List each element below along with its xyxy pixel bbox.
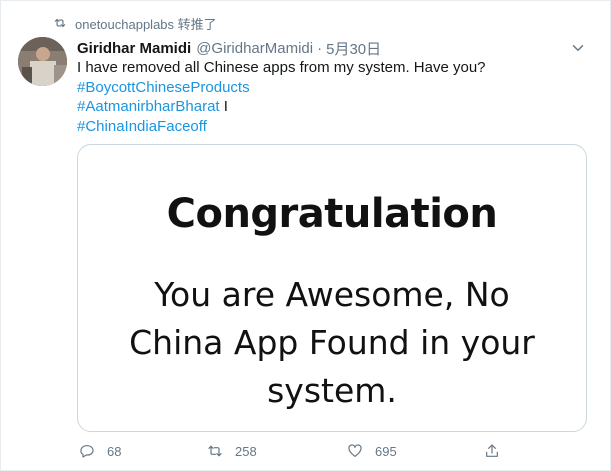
avatar[interactable] [18,37,67,86]
reply-button[interactable]: 68 [79,441,121,461]
like-button[interactable]: 695 [347,441,397,461]
tweet-text: I have removed all Chinese apps from my … [77,58,587,136]
author-name[interactable]: Giridhar Mamidi [77,40,191,57]
tweet-container: onetouchapplabs 转推了 Giridhar Mamidi @Gir… [0,0,611,471]
tweet-actions: 68 258 695 [79,441,509,461]
chevron-down-icon [569,39,587,57]
hashtag-line: #BoycottChineseProducts [77,78,587,98]
hashtag-link[interactable]: #ChinaIndiaFaceoff [77,118,207,135]
hashtag-link[interactable]: #AatmanirbharBharat [77,98,220,115]
reply-count: 68 [107,443,122,459]
card-body-line: system. [267,371,397,410]
more-options-button[interactable] [569,39,587,57]
retweet-context[interactable]: onetouchapplabs 转推了 [53,14,217,32]
tweet-text-line: I have removed all Chinese apps from my … [77,59,486,76]
retweet-icon [53,16,67,30]
retweet-context-text[interactable]: onetouchapplabs 转推了 [75,14,217,33]
share-button[interactable] [484,441,500,461]
tweet-header: Giridhar Mamidi @GiridharMamidi · 5月30日 [77,38,381,58]
tweet-date[interactable]: 5月30日 [326,38,381,59]
retweet-button[interactable]: 258 [207,441,257,461]
hashtag-suffix: I [219,98,228,115]
media-card[interactable]: Congratulation You are Awesome, No China… [77,144,587,432]
hashtag-line: #AatmanirbharBharat I [77,97,587,117]
card-body-line: You are Awesome, No [154,275,510,314]
like-count: 695 [375,443,397,459]
author-handle[interactable]: @GiridharMamidi [196,40,313,57]
header-separator: · [317,39,323,57]
hashtag-link[interactable]: #BoycottChineseProducts [77,79,250,96]
retweet-icon [207,443,223,459]
card-heading: Congratulation [166,191,498,237]
card-body: You are Awesome, No China App Found in y… [78,271,586,415]
hashtag-line: #ChinaIndiaFaceoff [77,117,587,137]
share-icon [484,443,500,459]
reply-icon [79,443,95,459]
card-body-line: China App Found in your [129,323,535,362]
retweet-count: 258 [235,443,257,459]
heart-icon [347,443,363,459]
